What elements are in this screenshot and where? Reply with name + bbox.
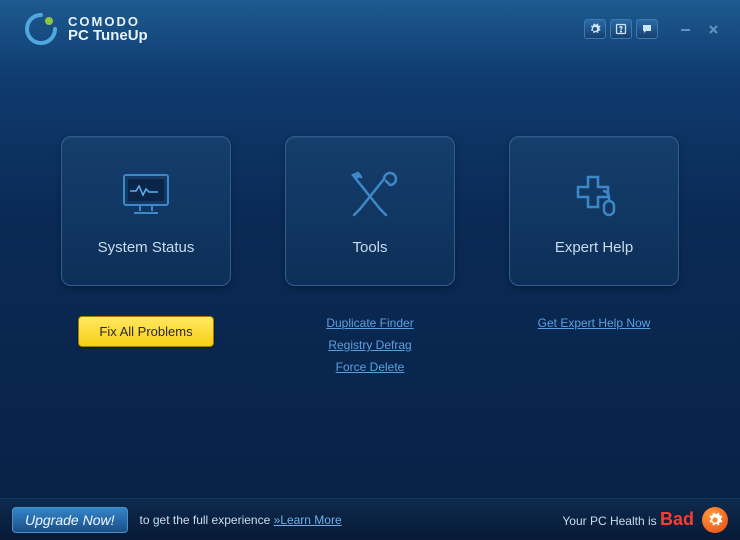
pc-health-label: Your PC Health is (562, 514, 660, 528)
tools-column: Tools Duplicate Finder Registry Defrag F… (280, 136, 460, 374)
brand: COMODO PC TuneUp (24, 12, 148, 46)
title-bar: COMODO PC TuneUp (0, 0, 740, 56)
duplicate-finder-link[interactable]: Duplicate Finder (326, 316, 413, 330)
settings-icon[interactable] (584, 19, 606, 39)
system-status-card[interactable]: System Status (61, 136, 231, 286)
expert-help-card[interactable]: Expert Help (509, 136, 679, 286)
help-icon[interactable] (610, 19, 632, 39)
fix-all-problems-button[interactable]: Fix All Problems (78, 316, 213, 347)
learn-more-link[interactable]: »Learn More (274, 513, 342, 527)
monitor-icon (118, 167, 174, 223)
expert-help-column: Expert Help Get Expert Help Now (504, 136, 684, 374)
close-button[interactable] (702, 20, 724, 38)
footer-bar: Upgrade Now! to get the full experience … (0, 498, 740, 540)
system-status-label: System Status (98, 239, 195, 256)
brand-sub: PC TuneUp (68, 28, 148, 43)
expert-help-label: Expert Help (555, 239, 633, 256)
main-content: System Status Fix All Problems Tools Dup… (0, 56, 740, 374)
registry-defrag-link[interactable]: Registry Defrag (328, 338, 411, 352)
tools-card[interactable]: Tools (285, 136, 455, 286)
force-delete-link[interactable]: Force Delete (336, 360, 405, 374)
feedback-icon[interactable] (636, 19, 658, 39)
minimize-button[interactable] (674, 20, 696, 38)
upgrade-now-button[interactable]: Upgrade Now! (12, 507, 128, 533)
tools-label: Tools (352, 239, 387, 256)
expert-help-icon (566, 167, 622, 223)
health-badge-icon[interactable] (702, 507, 728, 533)
get-expert-help-link[interactable]: Get Expert Help Now (538, 316, 651, 330)
comodo-logo-icon (24, 12, 58, 46)
pc-health-value: Bad (660, 509, 694, 529)
footer-text: to get the full experience (140, 513, 274, 527)
tools-icon (342, 167, 398, 223)
system-status-column: System Status Fix All Problems (56, 136, 236, 374)
